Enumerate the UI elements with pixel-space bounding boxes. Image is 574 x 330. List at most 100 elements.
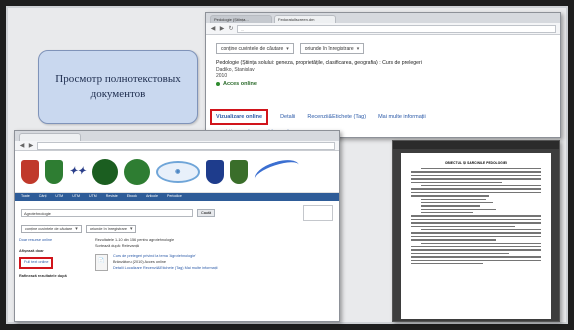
tab-reviews[interactable]: Recenzii&Etichete (Tag) [307,114,366,120]
library-logos: ✦✦ ◉ [15,151,339,193]
online-only-link[interactable]: Doar resurse online [19,238,89,244]
tab-bar [15,131,339,141]
search-options: conține cuvintele de căutare ▾ oriunde î… [206,35,560,58]
results-list: Rezultatele 1-10 din 156 pentru agrotehn… [95,238,335,280]
url-field[interactable] [37,141,335,150]
shield-logo-icon [21,159,39,184]
search-area: Agrotehnologie Caută [15,201,339,223]
browser-tab-active[interactable] [19,133,81,141]
browser-tab-inactive[interactable]: Pedologie (Știința... [210,15,272,23]
text-line [421,208,497,211]
search-field-select-label: conține cuvintele de căutare [221,45,284,52]
menu-item[interactable]: UTM [55,194,63,200]
catalog-record-window: Pedologie (Știința... Fedoratullscreen.d… [205,12,561,138]
search-scope-select[interactable]: oriunde în înregistrare ▾ [299,43,365,54]
shield-logo-icon [205,159,224,184]
text-line [411,178,541,180]
forward-icon[interactable]: ▶ [28,142,34,149]
text-line [421,198,486,200]
menu-item[interactable]: Toate [21,194,30,200]
menu-item[interactable]: UTM [72,194,80,200]
text-line [411,218,541,221]
item-body: Curs de prelegeri privind la tema 'Agrot… [113,254,218,272]
action-locate[interactable]: Localizare [125,266,142,270]
menu-item[interactable]: Cărți [39,194,47,200]
slide-caption: Просмотр полнотекстовых документов [38,50,198,124]
menu-item[interactable]: Reviste [106,194,118,200]
document-viewer-window: OBIECTUL ȘI SARCINILE PEDOLOGIEI [392,140,560,322]
text-line [421,205,480,207]
search-field-select[interactable]: conține cuvintele de căutare ▾ [21,225,82,233]
swoosh-logo-icon [251,154,302,189]
document-page[interactable]: OBIECTUL ȘI SARCINILE PEDOLOGIEI [401,153,551,319]
text-line [411,222,541,224]
action-more[interactable]: Mai multe informații [185,266,218,270]
search-scope-select[interactable]: oriunde în înregistrare ▾ [85,225,137,233]
text-line [411,174,541,177]
address-bar: ◀ ▶ [15,141,339,151]
text-line [411,259,541,261]
address-bar: ◀ ▶ ↻ ... [206,23,560,35]
book-icon: 📄 [95,253,108,271]
text-line [411,191,541,194]
text-line [411,225,515,228]
round-logo-icon [91,158,118,185]
access-label: Acces online [223,80,257,87]
browser-tab-active[interactable]: Fedoratullscreen.dm [274,15,336,23]
forward-icon[interactable]: ▶ [219,25,225,32]
round-logo-icon [123,158,150,185]
search-input[interactable]: Agrotehnologie [21,209,193,217]
side-panel [303,205,333,221]
facet-heading: Afișează doar [19,248,44,253]
record-title[interactable]: Pedologie (Știința solului: geneza, prop… [206,58,560,67]
search-scope-select-label: oriunde în înregistrare [89,227,127,231]
text-line [411,171,541,173]
consortium-logo-icon: ✦✦ [69,166,86,177]
search-field-select[interactable]: conține cuvintele de căutare ▾ [216,43,294,54]
text-line [411,188,541,190]
search-scope-select-label: oriunde în înregistrare [304,45,354,52]
text-line [421,201,493,204]
document-heading: OBIECTUL ȘI SARCINILE PEDOLOGIEI [444,161,508,165]
search-field-select-label: conține cuvintele de căutare [25,227,73,231]
url-field[interactable]: ... [237,24,556,33]
tab-view-online[interactable]: Vizualizare online [210,109,269,125]
access-status: Acces online [206,80,560,88]
text-line [421,242,541,244]
sort-control[interactable]: Sortează după: Relevanță [95,244,335,250]
reload-icon[interactable]: ↻ [228,25,234,32]
tab-details[interactable]: Detalii [280,114,295,120]
search-options: conține cuvintele de căutare ▾ oriunde î… [15,223,339,235]
text-line [421,229,541,231]
text-line [411,245,541,248]
text-line [411,252,509,255]
back-icon[interactable]: ◀ [210,25,216,32]
tab-more-info[interactable]: Mai multe informații [378,114,426,120]
item-actions: Detalii Localizare Recenzii&Etichete (Ta… [113,266,218,272]
action-details[interactable]: Detalii [113,266,124,270]
back-icon[interactable]: ◀ [19,142,25,149]
catalog-search-window: ◀ ▶ ✦✦ ◉ Toate Cărți UTM UTM UTM Reviste… [14,130,340,322]
text-line [411,256,541,258]
search-button[interactable]: Caută [197,209,216,217]
menu-item[interactable]: Articole [146,194,158,200]
chevron-down-icon: ▾ [129,226,133,232]
viewer-toolbar [393,141,559,149]
facets-sidebar: Doar resurse online Afișează doar Full t… [19,238,89,280]
menu-item[interactable]: Ebook [127,194,137,200]
chevron-down-icon: ▾ [286,45,289,52]
menu-item[interactable]: UTM [89,194,97,200]
chevron-down-icon: ▾ [356,45,360,52]
record-tabs: Vizualizare online Detalii Recenzii&Etic… [210,109,426,125]
chevron-down-icon: ▾ [75,226,78,232]
text-line [411,249,541,251]
text-line [411,181,502,183]
action-reviews[interactable]: Recenzii&Etichete (Tag) [143,266,184,270]
online-dot-icon [216,81,220,86]
results-area: Doar resurse online Afișează doar Full t… [15,235,339,283]
fulltext-online-filter[interactable]: Full text online [19,256,54,269]
menu-item[interactable]: Periodice [167,194,182,200]
catalog-menu: Toate Cărți UTM UTM UTM Reviste Ebook Ar… [15,193,339,201]
text-line [411,215,541,217]
text-line [421,168,541,170]
